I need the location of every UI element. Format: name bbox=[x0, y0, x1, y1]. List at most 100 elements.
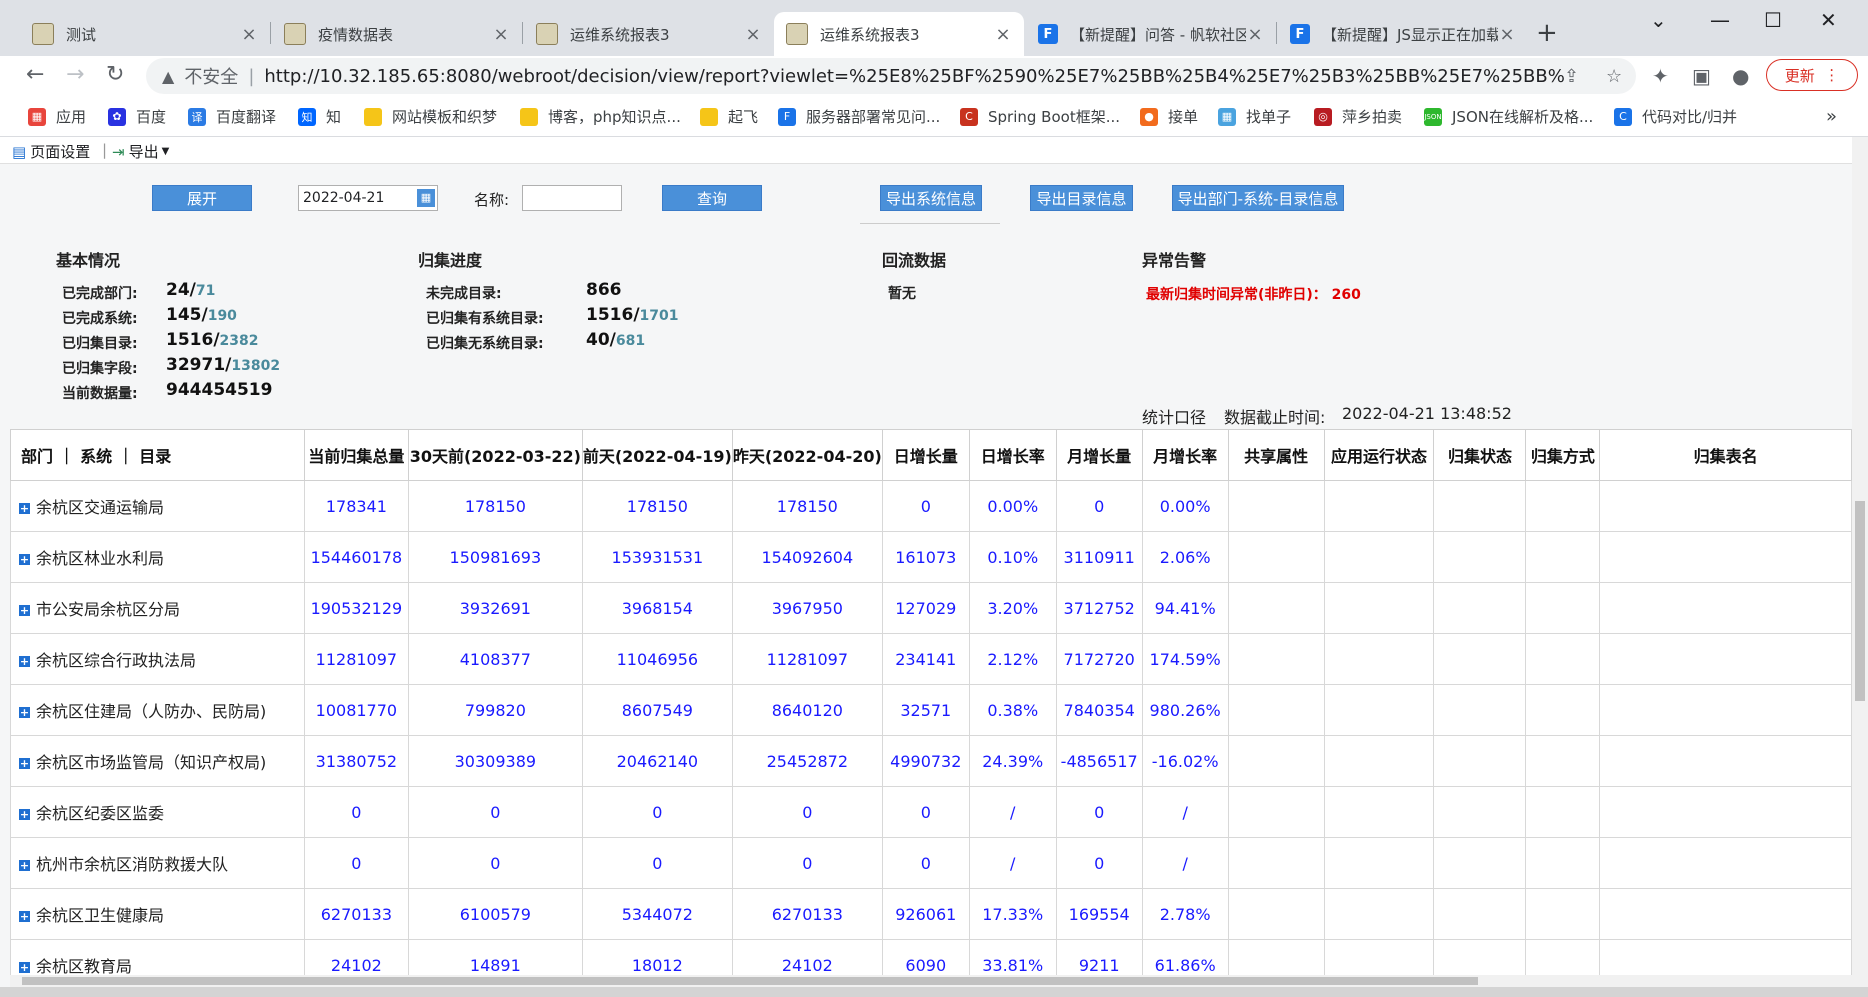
bookmark-label: 起飞 bbox=[728, 108, 759, 126]
bookmark-3[interactable]: 知知 bbox=[298, 106, 341, 127]
bookmark-0[interactable]: ▦ 应用 bbox=[28, 106, 86, 127]
horizontal-scrollbar[interactable] bbox=[10, 975, 1852, 987]
star-bookmark-icon[interactable]: ☆ bbox=[1606, 66, 1622, 87]
tab-0[interactable]: 测试 × bbox=[20, 12, 270, 56]
bookmark-6[interactable]: 起飞 bbox=[700, 106, 758, 127]
empty-cell bbox=[1433, 633, 1527, 685]
table-row[interactable]: + 余杭区综合行政执法局 11281097 4108377 11046956 112810… bbox=[10, 633, 1852, 685]
table-row[interactable]: + 余杭区市场监管局（知识产权局) 31380752 30309389 20462140… bbox=[10, 735, 1852, 787]
empty-cell bbox=[1433, 786, 1527, 838]
bookmark-4[interactable]: 网站模板和织梦 bbox=[364, 106, 497, 127]
bookmark-2[interactable]: 译百度翻译 bbox=[188, 106, 276, 127]
grid-icon: ▦ bbox=[1218, 107, 1236, 126]
col-header-collect-method: 归集方式 bbox=[1525, 429, 1601, 481]
col-header-30days: 30天前(2022-03-22) bbox=[407, 429, 583, 481]
expand-plus-icon[interactable]: + bbox=[19, 707, 30, 718]
col-header-total: 当前归集总量 bbox=[303, 429, 409, 481]
tab-separator bbox=[270, 22, 271, 44]
stat-scope[interactable]: 统计口径 bbox=[1142, 404, 1206, 428]
bookmark-7[interactable]: F 服务器部署常见问... bbox=[778, 106, 940, 127]
bookmark-1[interactable]: ✿ 百度 bbox=[108, 106, 166, 127]
update-button[interactable]: 更新 ⋮ bbox=[1766, 59, 1858, 91]
value-cell: 6100579 bbox=[407, 888, 583, 940]
side-panel-icon[interactable]: ▣ bbox=[1692, 64, 1711, 88]
scroll-thumb[interactable] bbox=[22, 977, 1478, 985]
export-dept-system-catalog-button[interactable]: 导出部门-系统-目录信息 bbox=[1172, 185, 1344, 211]
table-row[interactable]: + 市公安局余杭区分局 190532129 3932691 3968154 3967950… bbox=[10, 582, 1852, 634]
page-setup-button[interactable]: ▤ 页面设置 bbox=[12, 141, 90, 162]
url-text[interactable]: http://10.32.185.65:8080/webroot/decisio… bbox=[264, 66, 1564, 87]
col-header-daily-rate: 日增长率 bbox=[968, 429, 1057, 481]
bookmark-10[interactable]: ▦ 找单子 bbox=[1218, 106, 1291, 127]
vertical-scrollbar[interactable] bbox=[1852, 137, 1868, 987]
date-input[interactable]: 2022-04-21 ▦ bbox=[298, 185, 438, 211]
alarm-text[interactable]: 最新归集时间异常(非昨日)： 260 bbox=[1146, 284, 1361, 304]
expand-plus-icon[interactable]: + bbox=[19, 809, 30, 820]
query-button[interactable]: 查询 bbox=[662, 185, 762, 211]
address-bar[interactable]: ▲ 不安全 | http://10.32.185.65:8080/webroot… bbox=[146, 58, 1636, 94]
name-input[interactable] bbox=[522, 185, 622, 211]
dept-cell: + 余杭区纪委区监委 bbox=[10, 786, 305, 838]
bookmark-12[interactable]: JSON JSON在线解析及格... bbox=[1424, 106, 1593, 127]
chevron-down-icon[interactable]: ⌄ bbox=[1650, 8, 1667, 32]
table-row[interactable]: + 余杭区林业水利局 154460178 150981693 153931531 1540… bbox=[10, 531, 1852, 583]
scroll-thumb[interactable] bbox=[1855, 501, 1865, 701]
back-arrow-icon[interactable]: ← bbox=[26, 62, 44, 87]
close-icon[interactable]: × bbox=[492, 24, 510, 45]
export-system-button[interactable]: 导出系统信息 bbox=[880, 185, 982, 211]
tab-4[interactable]: F 【新提醒】问答 - 帆软社区 × bbox=[1026, 12, 1276, 56]
profile-avatar-icon[interactable]: ● bbox=[1732, 64, 1749, 88]
calendar-icon[interactable]: ▦ bbox=[417, 189, 435, 207]
window-close-icon[interactable]: ✕ bbox=[1820, 8, 1837, 32]
new-tab-plus-icon[interactable]: + bbox=[1536, 18, 1558, 48]
table-row[interactable]: + 余杭区纪委区监委 0 0 0 0 0/0/ bbox=[10, 786, 1852, 838]
forward-arrow-icon[interactable]: → bbox=[66, 62, 84, 87]
expand-button[interactable]: 展开 bbox=[152, 185, 252, 211]
close-icon[interactable]: × bbox=[240, 24, 258, 45]
close-icon[interactable]: × bbox=[994, 24, 1012, 45]
expand-plus-icon[interactable]: + bbox=[19, 860, 30, 871]
table-row[interactable]: + 余杭区卫生健康局 6270133 6100579 5344072 6270133 926… bbox=[10, 888, 1852, 940]
maximize-icon[interactable]: ☐ bbox=[1764, 8, 1782, 32]
extensions-puzzle-icon[interactable]: ✦ bbox=[1652, 64, 1669, 88]
collapse-handle[interactable] bbox=[860, 223, 1000, 230]
empty-cell bbox=[1323, 633, 1435, 685]
export-menu-button[interactable]: ⇥ 导出 ▼ bbox=[112, 141, 169, 162]
expand-plus-icon[interactable]: + bbox=[19, 911, 30, 922]
minimize-icon[interactable]: — bbox=[1710, 8, 1730, 32]
table-row[interactable]: + 余杭区交通运输局 178341 178150 178150 178150 0 0.00% 0… bbox=[10, 480, 1852, 532]
reload-icon[interactable]: ↻ bbox=[106, 62, 124, 87]
bookmark-8[interactable]: C Spring Boot框架... bbox=[960, 106, 1120, 127]
bookmark-5[interactable]: 博客，php知识点... bbox=[520, 106, 681, 127]
value-cell: 0 bbox=[407, 786, 583, 838]
share-icon[interactable]: ⇪ bbox=[1564, 66, 1579, 87]
empty-cell bbox=[1227, 582, 1325, 634]
table-row[interactable]: + 杭州市余杭区消防救援大队 0 0 0 0 0/0/ bbox=[10, 837, 1852, 889]
bookmark-11[interactable]: ◎ 萍乡拍卖 bbox=[1314, 106, 1402, 127]
expand-plus-icon[interactable]: + bbox=[19, 605, 30, 616]
bookmark-label: 知 bbox=[326, 108, 342, 126]
close-icon[interactable]: × bbox=[1498, 24, 1516, 45]
bookmark-label: 百度翻译 bbox=[216, 108, 277, 126]
bookmark-9[interactable]: ● 接单 bbox=[1140, 106, 1198, 127]
tab-separator bbox=[522, 22, 523, 44]
bookmark-label: 百度 bbox=[136, 108, 167, 126]
bookmarks-overflow-icon[interactable]: » bbox=[1826, 106, 1837, 127]
table-row[interactable]: + 余杭区住建局（人防办、民防局) 10081770 799820 8607549 864… bbox=[10, 684, 1852, 736]
tab-1[interactable]: 疫情数据表 × bbox=[272, 12, 522, 56]
tab-3-active[interactable]: 运维系统报表3 × bbox=[774, 12, 1024, 56]
export-catalog-button[interactable]: 导出目录信息 bbox=[1030, 185, 1133, 211]
tab-5[interactable]: F 【新提醒】JS显示正在加载 × bbox=[1278, 12, 1528, 56]
close-icon[interactable]: × bbox=[744, 24, 762, 45]
expand-plus-icon[interactable]: + bbox=[19, 962, 30, 973]
export-label: 导出 bbox=[128, 143, 159, 161]
basic-label: 当前数据量: bbox=[62, 386, 138, 402]
close-icon[interactable]: × bbox=[1246, 24, 1264, 45]
warning-triangle-icon[interactable]: ▲ bbox=[162, 67, 174, 86]
tab-2[interactable]: 运维系统报表3 × bbox=[524, 12, 774, 56]
expand-plus-icon[interactable]: + bbox=[19, 758, 30, 769]
bookmark-13[interactable]: C 代码对比/归并 bbox=[1614, 106, 1737, 127]
expand-plus-icon[interactable]: + bbox=[19, 554, 30, 565]
expand-plus-icon[interactable]: + bbox=[19, 656, 30, 667]
expand-plus-icon[interactable]: + bbox=[19, 503, 30, 514]
